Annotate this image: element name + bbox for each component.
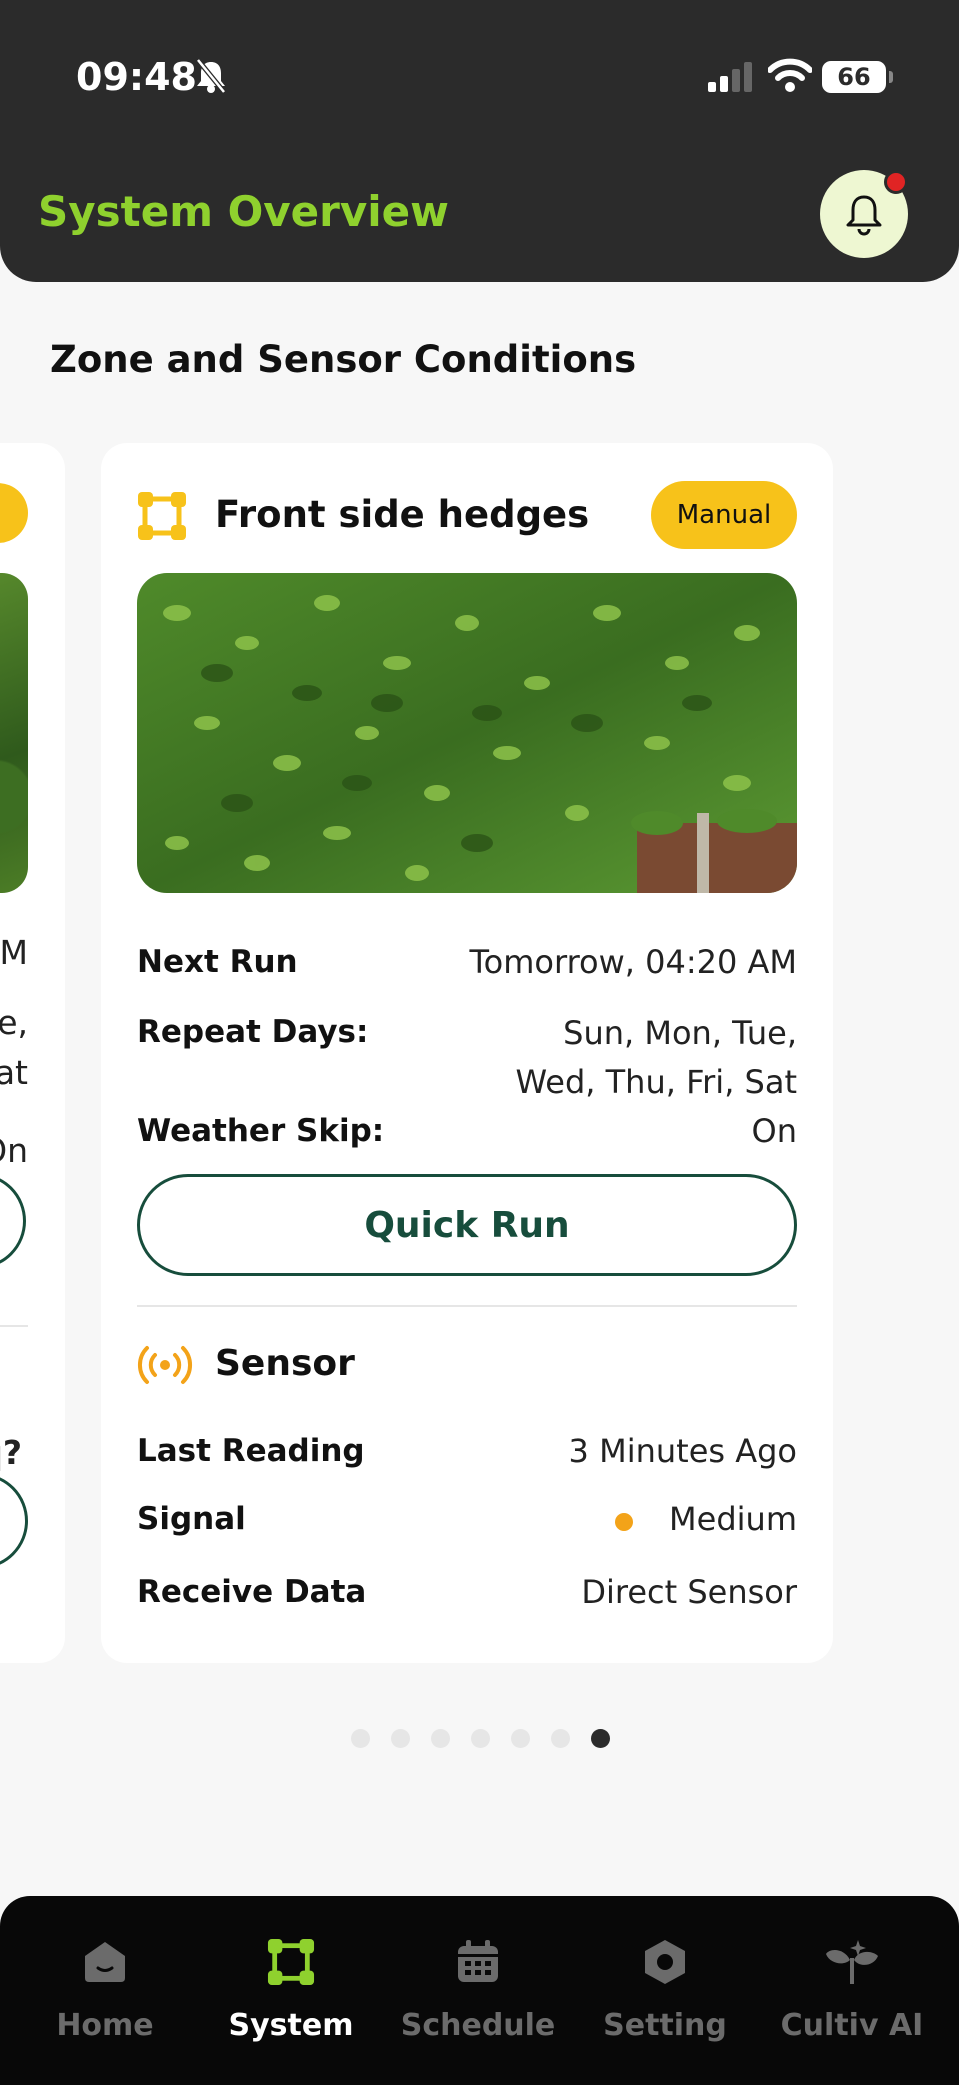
nav-cultiv-ai-label: Cultiv AI <box>780 2008 924 2043</box>
battery-indicator: 66 <box>822 61 893 93</box>
app-header: 09:48 66 System Overview <box>0 0 959 282</box>
repeat-days-value-2: at <box>0 1053 28 1092</box>
divider <box>0 1325 28 1327</box>
weather-skip-value: On <box>0 1131 28 1170</box>
silent-bell-icon <box>196 58 226 94</box>
nav-system[interactable]: System <box>201 1896 381 2085</box>
last-reading-label: Last Reading <box>137 1433 365 1469</box>
repeat-days-value: e, <box>0 1003 28 1042</box>
ai-sprout-icon <box>826 1940 878 1984</box>
cellular-signal-icon <box>708 62 752 92</box>
carousel-pager <box>351 1729 610 1748</box>
signal-label: Signal <box>137 1501 246 1537</box>
repeat-days-label: Repeat Days: <box>137 1014 369 1050</box>
nav-setting[interactable]: Setting <box>575 1896 755 2085</box>
zone-photo <box>0 573 28 893</box>
quick-run-button[interactable] <box>0 1173 26 1269</box>
mode-badge <box>0 483 28 543</box>
pager-dot-active[interactable] <box>591 1729 610 1748</box>
settings-icon <box>645 1940 685 1984</box>
repeat-days-value: Sun, Mon, Tue, <box>563 1014 797 1052</box>
sensor-title: Sensor <box>215 1343 355 1384</box>
repeat-days-value-line2: Wed, Thu, Fri, Sat <box>515 1063 798 1101</box>
zone-card-previous[interactable]: M e, at On q? <box>0 443 65 1663</box>
pager-dot[interactable] <box>431 1729 450 1748</box>
nav-system-label: System <box>228 2008 354 2043</box>
sensor-broadcast-icon <box>137 1346 193 1384</box>
nav-cultiv-ai[interactable]: Cultiv AI <box>762 1896 942 2085</box>
zone-card: Front side hedges Manual Next Run Tomorr… <box>101 443 833 1663</box>
zone-photo <box>137 573 797 893</box>
quick-run-button[interactable]: Quick Run <box>137 1174 797 1276</box>
next-run-value: Tomorrow, 04:20 AM <box>469 943 797 981</box>
weather-skip-label: Weather Skip: <box>137 1113 385 1149</box>
nav-setting-label: Setting <box>603 2008 727 2043</box>
nav-schedule[interactable]: Schedule <box>388 1896 568 2085</box>
mode-badge: Manual <box>651 481 797 549</box>
next-run-value: M <box>0 933 28 972</box>
nav-home[interactable]: Home <box>15 1896 195 2085</box>
page-title: System Overview <box>38 187 449 236</box>
home-icon <box>85 1942 125 1982</box>
bottom-nav: Home System Schedule Setting Cultiv AI <box>0 1896 959 2085</box>
pager-dot[interactable] <box>351 1729 370 1748</box>
system-icon <box>267 1938 315 1986</box>
nav-schedule-label: Schedule <box>400 2008 556 2043</box>
question-text: q? <box>0 1433 22 1472</box>
section-divider <box>137 1305 797 1307</box>
nav-home-label: Home <box>56 2008 154 2043</box>
calendar-icon <box>458 1940 498 1982</box>
pager-dot[interactable] <box>391 1729 410 1748</box>
zone-name: Front side hedges <box>215 493 590 536</box>
status-time: 09:48 <box>76 55 197 99</box>
section-title: Zone and Sensor Conditions <box>50 338 637 381</box>
pager-dot[interactable] <box>551 1729 570 1748</box>
signal-strength-dot <box>615 1513 633 1531</box>
receive-data-label: Receive Data <box>137 1574 367 1610</box>
zone-icon <box>138 492 186 540</box>
weather-skip-value: On <box>751 1112 797 1150</box>
wifi-icon <box>768 58 812 92</box>
pager-dot[interactable] <box>511 1729 530 1748</box>
pager-dot[interactable] <box>471 1729 490 1748</box>
bell-icon <box>846 195 882 236</box>
next-run-label: Next Run <box>137 944 298 980</box>
action-button[interactable] <box>0 1473 28 1569</box>
signal-value: Medium <box>669 1500 797 1538</box>
last-reading-value: 3 Minutes Ago <box>568 1432 797 1470</box>
notification-badge <box>884 170 908 194</box>
receive-data-value: Direct Sensor <box>581 1573 797 1611</box>
